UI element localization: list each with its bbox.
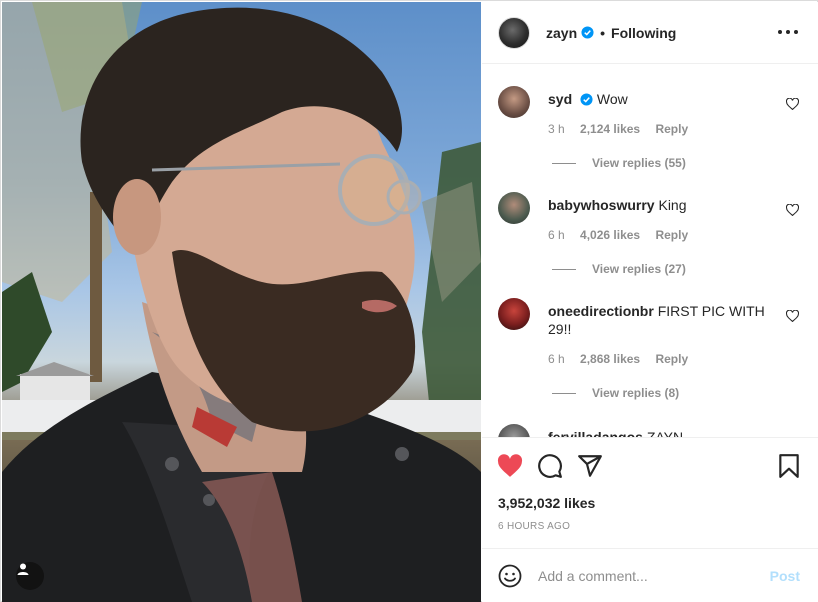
post-timestamp[interactable]: 6 HOURS AGO	[498, 521, 570, 532]
comment-text: King	[658, 197, 687, 213]
heart-icon[interactable]	[497, 453, 523, 479]
commenter-avatar[interactable]	[498, 424, 530, 437]
view-replies-label: View replies (55)	[592, 156, 686, 170]
reply-button[interactable]: Reply	[655, 122, 688, 136]
comment-meta: 6 h 2,868 likes Reply	[548, 352, 688, 366]
bookmark-icon[interactable]	[776, 453, 802, 479]
comment-likes[interactable]: 2,868 likes	[580, 352, 640, 366]
likes-count[interactable]: 3,952,032 likes	[498, 495, 595, 511]
post-photo[interactable]	[2, 2, 481, 602]
view-replies-button[interactable]: View replies (55)	[552, 156, 686, 170]
post-header: zayn • Following	[482, 2, 818, 64]
emoji-icon[interactable]	[498, 564, 522, 588]
comment-age: 6 h	[548, 228, 565, 242]
post-actions: 3,952,032 likes 6 HOURS AGO	[482, 439, 818, 549]
comment-meta: 6 h 4,026 likes Reply	[548, 228, 688, 242]
comment-meta: 3 h 2,124 likes Reply	[548, 122, 688, 136]
commenter-username[interactable]: babywhoswurry	[548, 197, 655, 213]
reply-button[interactable]: Reply	[655, 228, 688, 242]
more-options-icon[interactable]	[778, 24, 798, 40]
comment-age: 6 h	[548, 352, 565, 366]
comment-heart-icon[interactable]	[786, 204, 799, 216]
comment-heart-icon[interactable]	[786, 310, 799, 322]
verified-badge-icon	[580, 93, 593, 106]
author-avatar[interactable]	[498, 16, 530, 49]
commenter-avatar[interactable]	[498, 192, 530, 224]
comments-list[interactable]: syd Wow 3 h 2,124 likes Reply View repli…	[482, 64, 818, 438]
view-replies-label: View replies (27)	[592, 262, 686, 276]
comment-text: ZAYN	[646, 429, 684, 438]
photo-illustration	[2, 2, 481, 602]
post-side-panel: zayn • Following syd Wow 3 h 2,124 likes…	[482, 2, 818, 602]
commenter-username[interactable]: syd	[548, 91, 572, 107]
comment-heart-icon[interactable]	[786, 98, 799, 110]
comment-body: fervilladangos ZAYN	[548, 428, 773, 438]
divider-line	[552, 162, 576, 164]
commenter-username[interactable]: oneedirectionbr	[548, 303, 654, 319]
share-icon[interactable]	[577, 453, 603, 479]
view-replies-label: View replies (8)	[592, 386, 680, 400]
commenter-avatar[interactable]	[498, 298, 530, 330]
comment-composer: Post	[482, 550, 818, 602]
post-comment-button[interactable]: Post	[770, 568, 800, 584]
commenter-avatar[interactable]	[498, 86, 530, 118]
comment-text: Wow	[596, 91, 628, 107]
comment-age: 3 h	[548, 122, 565, 136]
divider-line	[552, 392, 576, 394]
user-tag-icon[interactable]	[16, 562, 44, 590]
following-button[interactable]: Following	[611, 25, 676, 41]
comment-body: babywhoswurry King	[548, 196, 773, 214]
comment-body: oneedirectionbr FIRST PIC WITH 29!!	[548, 302, 773, 338]
comment-input[interactable]	[538, 568, 758, 584]
divider-line	[552, 268, 576, 270]
comment-body: syd Wow	[548, 90, 773, 108]
comment-icon[interactable]	[537, 453, 563, 479]
verified-badge-icon	[581, 26, 594, 39]
comment-likes[interactable]: 4,026 likes	[580, 228, 640, 242]
comment-likes[interactable]: 2,124 likes	[580, 122, 640, 136]
post-modal: zayn • Following syd Wow 3 h 2,124 likes…	[0, 0, 818, 602]
commenter-username[interactable]: fervilladangos	[548, 429, 643, 437]
view-replies-button[interactable]: View replies (8)	[552, 386, 679, 400]
reply-button[interactable]: Reply	[655, 352, 688, 366]
separator-dot: •	[600, 24, 606, 41]
view-replies-button[interactable]: View replies (27)	[552, 262, 686, 276]
author-username[interactable]: zayn	[546, 25, 577, 41]
